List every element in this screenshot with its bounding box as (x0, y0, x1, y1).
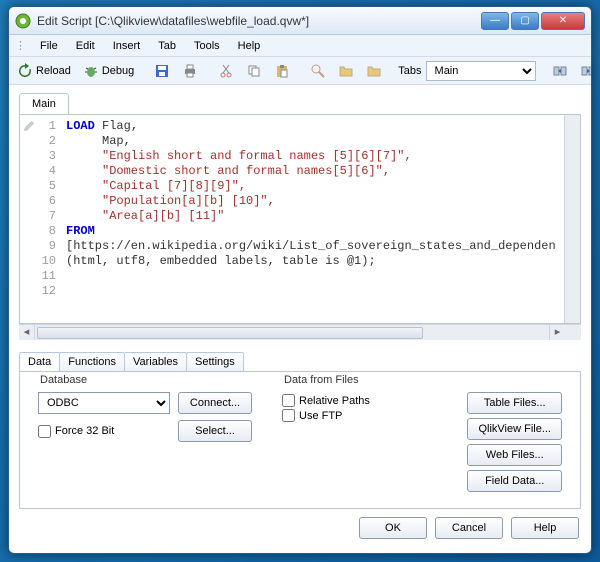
close-button[interactable]: ✕ (541, 12, 585, 30)
copy-button[interactable] (242, 61, 266, 81)
folder-icon (366, 63, 382, 79)
files-group: Data from Files Relative Paths Use FTP T… (274, 382, 570, 500)
menu-tab[interactable]: Tab (150, 38, 184, 54)
print-button[interactable] (178, 61, 202, 81)
bug-icon (83, 63, 99, 79)
tab-nav-icon (580, 63, 592, 79)
files-title: Data from Files (280, 374, 363, 386)
script-tabs: Main (19, 93, 581, 114)
toolbar: Reload Debug Tabs Main (9, 57, 591, 85)
database-title: Database (36, 374, 91, 386)
relative-paths-checkbox[interactable]: Relative Paths (282, 394, 455, 407)
folder1-button[interactable] (334, 61, 358, 81)
vertical-scrollbar[interactable] (564, 115, 580, 323)
scrollbar-thumb[interactable] (37, 327, 423, 339)
tabs-dropdown[interactable]: Main (426, 61, 536, 81)
line-numbers: 1 2 3 4 5 6 7 8 9 10 11 12 (36, 115, 62, 323)
debug-label: Debug (102, 65, 134, 77)
scroll-left-icon[interactable]: ◂ (19, 325, 35, 340)
data-panel: Database ODBC Connect... Force 32 Bit Se… (19, 371, 581, 509)
save-icon (154, 63, 170, 79)
window-title: Edit Script [C:\Qlikview\datafiles\webfi… (37, 14, 481, 28)
use-ftp-checkbox[interactable]: Use FTP (282, 409, 455, 422)
menu-help[interactable]: Help (230, 38, 269, 54)
web-files-button[interactable]: Web Files... (467, 444, 562, 466)
menu-insert[interactable]: Insert (105, 38, 149, 54)
scrollbar-corner (565, 325, 581, 340)
connect-button[interactable]: Connect... (178, 392, 252, 414)
ok-button[interactable]: OK (359, 517, 427, 539)
horizontal-scrollbar[interactable]: ◂ ▸ (19, 324, 581, 340)
dialog-buttons: OK Cancel Help (19, 517, 581, 539)
paste-button[interactable] (270, 61, 294, 81)
database-group: Database ODBC Connect... Force 32 Bit Se… (30, 382, 260, 500)
bottom-tabs: Data Functions Variables Settings (19, 352, 581, 371)
paste-icon (274, 63, 290, 79)
folder2-button[interactable] (362, 61, 386, 81)
tab-action1-button[interactable] (548, 61, 572, 81)
cut-button[interactable] (214, 61, 238, 81)
code-editor[interactable]: 1 2 3 4 5 6 7 8 9 10 11 12 LOAD Flag, Ma… (19, 114, 581, 324)
tabs-label: Tabs (398, 65, 421, 77)
tab-variables[interactable]: Variables (124, 352, 187, 371)
scroll-right-icon[interactable]: ▸ (549, 325, 565, 340)
editor-gutter: 1 2 3 4 5 6 7 8 9 10 11 12 (20, 115, 62, 323)
menu-file[interactable]: File (32, 38, 66, 54)
menu-edit[interactable]: Edit (68, 38, 103, 54)
menubar-grip-icon: ⋮ (15, 39, 26, 52)
database-type-select[interactable]: ODBC (38, 392, 170, 414)
help-button[interactable]: Help (511, 517, 579, 539)
reload-label: Reload (36, 65, 71, 77)
scrollbar-track[interactable] (35, 325, 549, 340)
tab-settings[interactable]: Settings (186, 352, 244, 371)
tab-nav-icon (552, 63, 568, 79)
titlebar[interactable]: Edit Script [C:\Qlikview\datafiles\webfi… (9, 7, 591, 35)
search-button[interactable] (306, 61, 330, 81)
table-files-button[interactable]: Table Files... (467, 392, 562, 414)
field-data-button[interactable]: Field Data... (467, 470, 562, 492)
tab-data[interactable]: Data (19, 352, 60, 371)
qlikview-app-icon (15, 13, 31, 29)
edit-script-window: Edit Script [C:\Qlikview\datafiles\webfi… (8, 6, 592, 554)
copy-icon (246, 63, 262, 79)
tab-functions[interactable]: Functions (59, 352, 125, 371)
cancel-button[interactable]: Cancel (435, 517, 503, 539)
select-button[interactable]: Select... (178, 420, 252, 442)
tab-action2-button[interactable] (576, 61, 592, 81)
cut-icon (218, 63, 234, 79)
print-icon (182, 63, 198, 79)
minimize-button[interactable]: — (481, 12, 509, 30)
tabs-selector: Tabs Main (398, 61, 535, 81)
reload-icon (17, 63, 33, 79)
menu-tools[interactable]: Tools (186, 38, 228, 54)
script-tab-main[interactable]: Main (19, 93, 69, 114)
reload-button[interactable]: Reload (13, 61, 75, 81)
save-button[interactable] (150, 61, 174, 81)
code-content[interactable]: LOAD Flag, Map, "English short and forma… (62, 115, 564, 323)
window-controls: — ▢ ✕ (481, 12, 585, 30)
folder-icon (338, 63, 354, 79)
search-icon (310, 63, 326, 79)
pencil-icon (22, 119, 36, 133)
body-area: Main 1 2 3 4 5 6 7 8 9 10 11 12 LOAD Fla… (9, 85, 591, 553)
maximize-button[interactable]: ▢ (511, 12, 539, 30)
debug-button[interactable]: Debug (79, 61, 138, 81)
force32-checkbox[interactable]: Force 32 Bit (38, 425, 114, 438)
menubar: ⋮ File Edit Insert Tab Tools Help (9, 35, 591, 57)
qlikview-file-button[interactable]: QlikView File... (467, 418, 562, 440)
